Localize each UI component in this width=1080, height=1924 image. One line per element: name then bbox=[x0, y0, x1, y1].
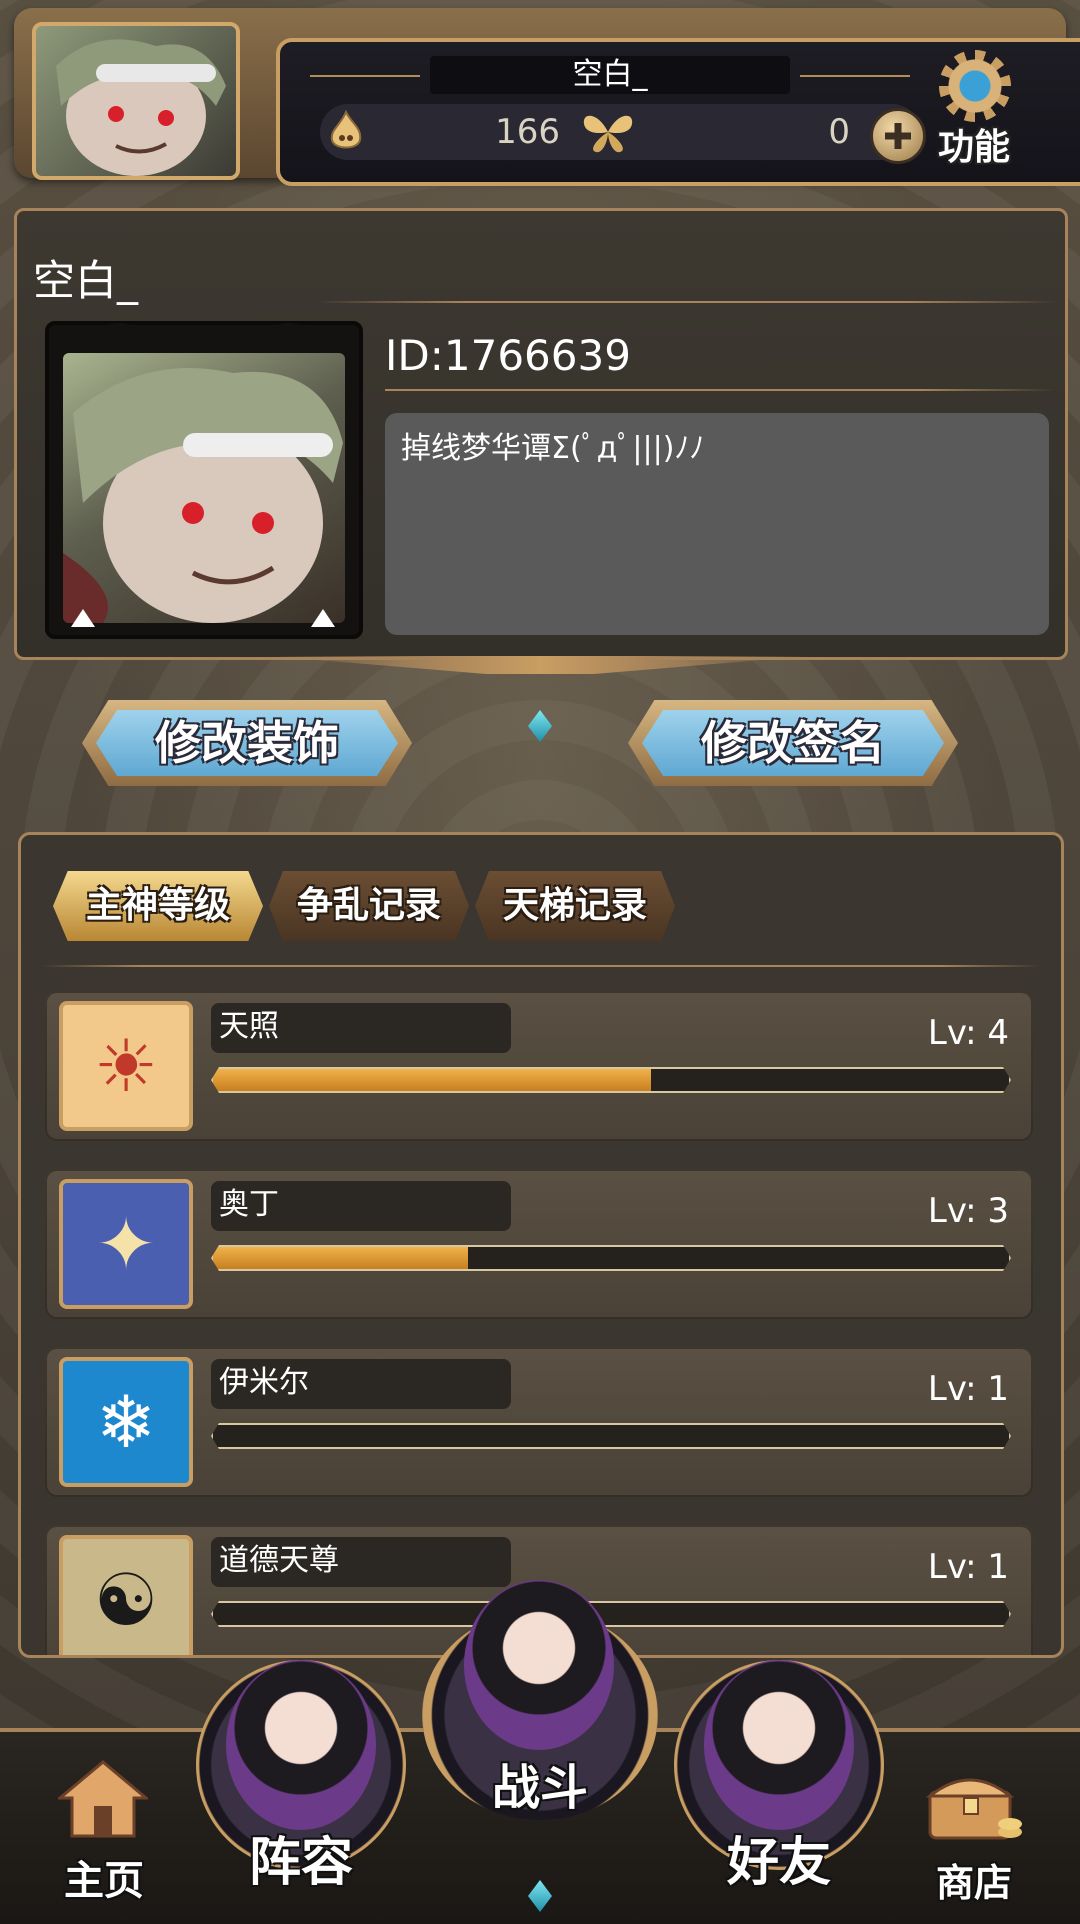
divider bbox=[317, 301, 1057, 303]
gear-icon bbox=[939, 50, 1011, 122]
god-level: Lv: 3 bbox=[927, 1191, 1009, 1231]
sun-icon: ☀ bbox=[59, 1001, 193, 1131]
chibi-character-icon bbox=[704, 1660, 854, 1830]
player-id: ID:1766639 bbox=[385, 331, 631, 380]
profile-panel: 空白_ ID:1766639 掉线梦华谭Σ(ﾟдﾟ|||)ﾉﾉ bbox=[14, 208, 1068, 660]
frame-ear bbox=[89, 323, 149, 353]
nav-battle-label: 战斗 bbox=[491, 1760, 588, 1816]
god-level: Lv: 4 bbox=[927, 1013, 1009, 1053]
records-panel: 主神等级 争乱记录 天梯记录 ☀ 天照 Lv: 4 ✦ 奥丁 Lv: 3 ❄ 伊… bbox=[18, 832, 1064, 1658]
list-item[interactable]: ❄ 伊米尔 Lv: 1 bbox=[45, 1347, 1033, 1497]
header-player-name: 空白_ bbox=[430, 56, 790, 94]
ornament-line bbox=[800, 75, 910, 77]
flame-value: 166 bbox=[495, 112, 560, 152]
wings-icon: ✦ bbox=[59, 1179, 193, 1309]
signature-text: 掉线梦华谭Σ(ﾟдﾟ|||)ﾉﾉ bbox=[401, 431, 705, 466]
header-avatar[interactable] bbox=[32, 22, 240, 180]
chibi-character-icon bbox=[464, 1580, 614, 1750]
nav-home-label: 主页 bbox=[64, 1858, 144, 1904]
edit-signature-label: 修改签名 bbox=[642, 710, 944, 776]
nav-shop[interactable]: 商店 bbox=[914, 1748, 1034, 1908]
butterfly-icon bbox=[580, 108, 633, 156]
list-item[interactable]: ✦ 奥丁 Lv: 3 bbox=[45, 1169, 1033, 1319]
flame-icon bbox=[322, 108, 370, 156]
profile-avatar-frame[interactable] bbox=[45, 321, 363, 639]
resource-bar: 166 0 bbox=[320, 104, 920, 160]
god-level: Lv: 1 bbox=[927, 1547, 1009, 1587]
progress-fill bbox=[213, 1069, 651, 1091]
god-name: 天照 bbox=[211, 1003, 511, 1053]
tab-battle-record[interactable]: 争乱记录 bbox=[269, 871, 469, 941]
nav-team-label: 阵容 bbox=[248, 1833, 353, 1893]
avatar bbox=[63, 353, 345, 623]
profile-name: 空白_ bbox=[33, 256, 139, 305]
edit-signature-button[interactable]: 修改签名 bbox=[628, 700, 958, 786]
frame-corner bbox=[71, 609, 95, 627]
progress-bar bbox=[211, 1245, 1011, 1271]
nav-battle[interactable]: 战斗 bbox=[418, 1580, 662, 1820]
tab-ladder-record[interactable]: 天梯记录 bbox=[475, 871, 675, 941]
signature-box: 掉线梦华谭Σ(ﾟдﾟ|||)ﾉﾉ bbox=[385, 413, 1049, 635]
function-button[interactable]: 功能 bbox=[919, 50, 1029, 170]
edit-decor-label: 修改装饰 bbox=[96, 710, 398, 776]
tab-god-level[interactable]: 主神等级 bbox=[53, 871, 263, 941]
nav-friends-label: 好友 bbox=[726, 1833, 831, 1893]
nav-shop-label: 商店 bbox=[935, 1861, 1012, 1905]
progress-bar bbox=[211, 1423, 1011, 1449]
list-item[interactable]: ☀ 天照 Lv: 4 bbox=[45, 991, 1033, 1141]
treasure-chest-icon bbox=[924, 1762, 1024, 1842]
frost-skull-icon: ❄ bbox=[59, 1357, 193, 1487]
house-icon bbox=[55, 1758, 151, 1838]
progress-bar bbox=[211, 1067, 1011, 1093]
chibi-character-icon bbox=[226, 1660, 376, 1830]
god-level: Lv: 1 bbox=[927, 1369, 1009, 1409]
function-label: 功能 bbox=[937, 127, 1010, 168]
edit-decor-button[interactable]: 修改装饰 bbox=[82, 700, 412, 786]
divider bbox=[385, 389, 1055, 391]
frame-corner bbox=[311, 609, 335, 627]
nav-home[interactable]: 主页 bbox=[44, 1748, 164, 1908]
divider bbox=[41, 965, 1041, 967]
nav-team[interactable]: 阵容 bbox=[186, 1640, 416, 1910]
frame-ear bbox=[259, 323, 319, 353]
progress-fill bbox=[213, 1247, 468, 1269]
ornament-line bbox=[310, 75, 420, 77]
butterfly-value: 0 bbox=[828, 112, 850, 152]
top-header: 空白_ 166 0 功能 bbox=[14, 8, 1080, 186]
god-name: 伊米尔 bbox=[211, 1359, 511, 1409]
add-currency-button[interactable] bbox=[870, 108, 926, 164]
yin-yang-icon: ☯ bbox=[59, 1535, 193, 1655]
nav-friends[interactable]: 好友 bbox=[664, 1640, 894, 1910]
god-name: 奥丁 bbox=[211, 1181, 511, 1231]
